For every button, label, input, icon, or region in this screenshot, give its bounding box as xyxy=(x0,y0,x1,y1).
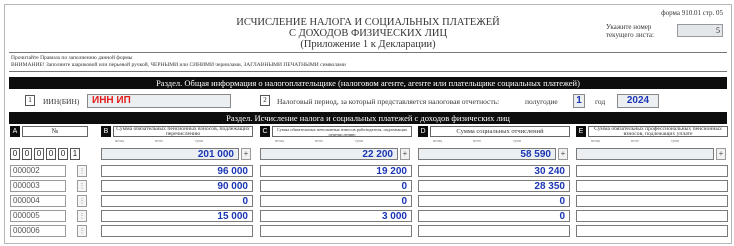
subhead-month: месяц xyxy=(275,139,285,143)
subhead-month: месяц xyxy=(433,139,443,143)
pension-contributions-cell[interactable]: 0 xyxy=(101,195,253,207)
column-letter-a: A xyxy=(10,126,20,137)
subhead-total: всего xyxy=(631,139,640,143)
total-professional-pension-contributions[interactable] xyxy=(576,148,714,160)
sheet-number-input[interactable]: 5 xyxy=(677,24,723,37)
row-number-digit[interactable]: 0 xyxy=(58,148,68,160)
divider xyxy=(9,52,727,53)
row-number: 000005 xyxy=(10,210,66,222)
year-input[interactable]: 2024 xyxy=(617,94,659,108)
notice-line-2: ВНИМАНИЕ! Заполните шариковой или перьев… xyxy=(11,62,346,68)
row-number: 000006 xyxy=(10,225,66,237)
column-letter-c: C xyxy=(260,126,270,137)
half-year-label: полугодие xyxy=(525,97,558,106)
tax-period-label: Налоговый период, за который представляе… xyxy=(277,97,500,106)
pension-contributions-cell[interactable]: 90 000 xyxy=(101,180,253,192)
professional-pension-contributions-cell[interactable] xyxy=(576,165,728,177)
expand-button[interactable]: + xyxy=(716,148,726,160)
column-header-c: Сумма обязательных пенсионных взносов ра… xyxy=(272,126,412,137)
social-contributions-cell[interactable]: 0 xyxy=(418,210,570,222)
subhead-month: месяц xyxy=(591,139,601,143)
subhead-sum: сумм xyxy=(355,139,363,143)
employer-pension-contributions-cell[interactable]: 19 200 xyxy=(260,165,412,177)
column-letter-d: D xyxy=(418,126,428,137)
subhead-sum: сумм xyxy=(513,139,521,143)
professional-pension-contributions-cell[interactable] xyxy=(576,225,728,237)
employer-pension-contributions-cell[interactable]: 3 000 xyxy=(260,210,412,222)
employer-pension-contributions-cell[interactable]: 0 xyxy=(260,180,412,192)
professional-pension-contributions-cell[interactable] xyxy=(576,210,728,222)
social-contributions-cell[interactable]: 30 240 xyxy=(418,165,570,177)
subhead-sum: сумм xyxy=(195,139,203,143)
row-number-digit[interactable]: 0 xyxy=(10,148,20,160)
expand-button[interactable]: + xyxy=(400,148,410,160)
social-contributions-cell[interactable] xyxy=(418,225,570,237)
column-header-a: № xyxy=(22,126,88,137)
professional-pension-contributions-cell[interactable] xyxy=(576,180,728,192)
row-number: 000004 xyxy=(10,195,66,207)
row-menu-button[interactable]: ⋮ xyxy=(77,225,87,237)
row-menu-button[interactable]: ⋮ xyxy=(77,165,87,177)
employer-pension-contributions-cell[interactable]: 0 xyxy=(260,195,412,207)
divider xyxy=(9,71,727,72)
row-number: 000002 xyxy=(10,165,66,177)
expand-button[interactable]: + xyxy=(558,148,568,160)
subhead-sum: сумм xyxy=(671,139,679,143)
total-employer-pension-contributions[interactable]: 22 200 xyxy=(260,148,398,160)
year-label: год xyxy=(595,97,606,106)
column-letter-b: B xyxy=(101,126,111,137)
field-number-1: 1 xyxy=(25,95,35,106)
pension-contributions-cell[interactable]: 15 000 xyxy=(101,210,253,222)
social-contributions-cell[interactable]: 28 350 xyxy=(418,180,570,192)
half-year-input[interactable]: 1 xyxy=(573,94,585,108)
title-line-3: (Приложение 1 к Декларации) xyxy=(300,39,436,50)
section-general-info-title: Раздел. Общая информация о налогоплатель… xyxy=(9,77,727,89)
row-menu-button[interactable]: ⋮ xyxy=(77,195,87,207)
row-number-digit[interactable]: 0 xyxy=(22,148,32,160)
row-menu-button[interactable]: ⋮ xyxy=(77,180,87,192)
social-contributions-cell[interactable]: 0 xyxy=(418,195,570,207)
column-letter-e: E xyxy=(576,126,586,137)
sheet-number-label: Укажите номер текущего листа: xyxy=(606,23,654,39)
row-number-digit[interactable]: 1 xyxy=(70,148,80,160)
total-social-contributions[interactable]: 58 590 xyxy=(418,148,556,160)
notice-line-1: Прочитайте Правила по заполнению данной … xyxy=(11,55,133,61)
column-header-e: Сумма обязательных профессиональных пенс… xyxy=(588,126,728,137)
pension-contributions-cell[interactable]: 96 000 xyxy=(101,165,253,177)
iin-input[interactable]: ИНН ИП xyxy=(87,94,231,108)
total-pension-contributions[interactable]: 201 000 xyxy=(101,148,239,160)
row-number-digit[interactable]: 0 xyxy=(34,148,44,160)
field-number-2: 2 xyxy=(260,95,270,106)
subhead-total: всего xyxy=(473,139,482,143)
expand-button[interactable]: + xyxy=(241,148,251,160)
row-number: 000003 xyxy=(10,180,66,192)
pension-contributions-cell[interactable] xyxy=(101,225,253,237)
column-header-d: Сумма социальных отчислений xyxy=(430,126,570,137)
row-number-digit[interactable]: 0 xyxy=(46,148,56,160)
subhead-month: месяц xyxy=(115,139,125,143)
column-header-b: Сумма обязательных пенсионных взносов, п… xyxy=(113,126,253,137)
subhead-total: всего xyxy=(315,139,324,143)
subhead-total: всего xyxy=(155,139,164,143)
section-calculation-title: Раздел. Исчисление налога и социальных п… xyxy=(9,112,727,124)
row-menu-button[interactable]: ⋮ xyxy=(77,210,87,222)
form-code: форма 910.01 стр. 05 xyxy=(661,9,723,17)
iin-label: ИИН(БИН) xyxy=(43,97,80,106)
professional-pension-contributions-cell[interactable] xyxy=(576,195,728,207)
declaration-form-page: форма 910.01 стр. 05 ИСЧИСЛЕНИЕ НАЛОГА И… xyxy=(4,4,732,244)
employer-pension-contributions-cell[interactable] xyxy=(260,225,412,237)
